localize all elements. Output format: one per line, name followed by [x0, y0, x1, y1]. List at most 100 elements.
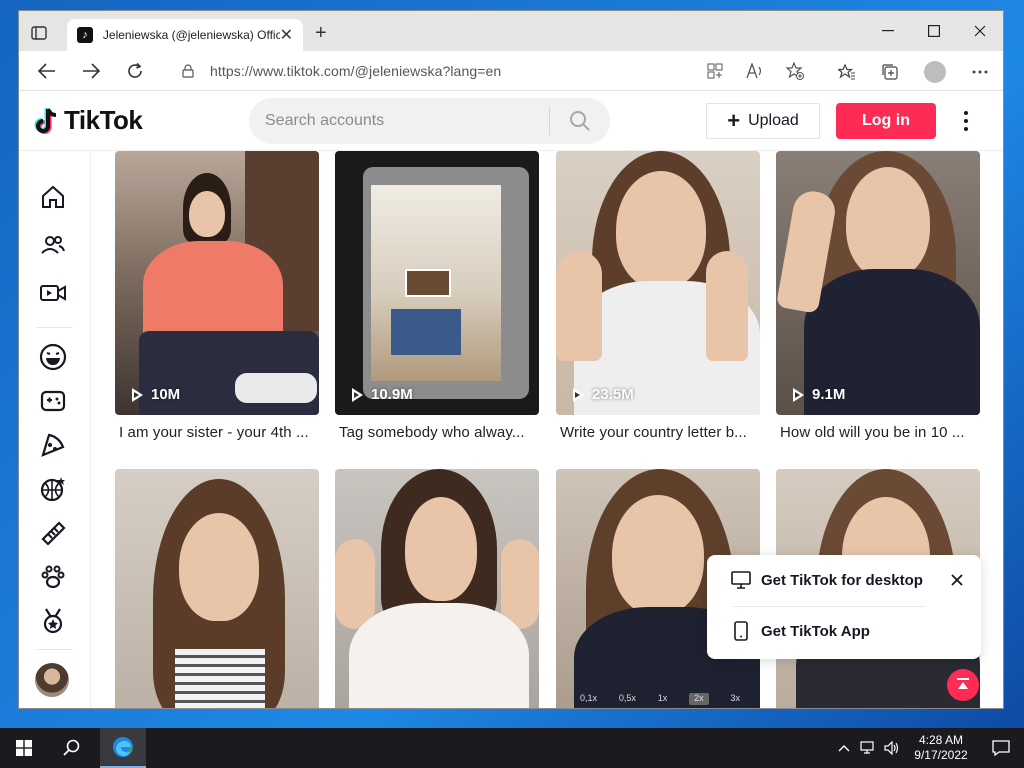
video-thumbnail[interactable]: 9.1M [776, 151, 980, 415]
address-bar[interactable]: https://www.tiktok.com/@jeleniewska?lang… [164, 56, 804, 86]
favorites-icon[interactable] [838, 63, 856, 81]
edge-taskbar-icon[interactable] [100, 728, 146, 768]
get-app-link[interactable]: Get TikTok App [731, 621, 870, 641]
play-icon [792, 387, 806, 402]
taskbar-search-icon[interactable] [48, 728, 96, 768]
video-thumbnail[interactable]: 23.5M [556, 151, 760, 415]
video-thumbnail[interactable] [335, 469, 539, 708]
speed-option[interactable]: 0,1x [580, 693, 597, 705]
arrow-up-icon [957, 678, 969, 689]
back-to-top-button[interactable] [947, 669, 979, 701]
tab-title: Jeleniewska (@jeleniewska) Offic [102, 28, 280, 42]
video-card[interactable] [115, 469, 319, 708]
back-button[interactable] [35, 59, 59, 83]
upload-button[interactable]: + Upload [706, 103, 820, 139]
profile-avatar-icon[interactable] [924, 61, 946, 83]
mobile-icon [734, 621, 748, 641]
windows-start-icon[interactable] [0, 728, 48, 768]
tiktok-logo-text: TikTok [64, 105, 143, 135]
system-tray: 4:28 AM 9/17/2022 [832, 728, 1024, 768]
video-caption: How old will you be in 10 ... [780, 424, 965, 441]
taskbar: 4:28 AM 9/17/2022 [0, 728, 1024, 768]
add-favorite-icon[interactable] [786, 62, 804, 80]
video-caption: Tag somebody who alway... [339, 424, 525, 441]
search-input[interactable] [249, 98, 549, 144]
home-icon[interactable] [37, 181, 69, 213]
play-icon [572, 387, 586, 402]
browser-toolbar: https://www.tiktok.com/@jeleniewska?lang… [19, 51, 1003, 91]
video-caption: I am your sister - your 4th ... [119, 424, 309, 441]
more-menu-icon[interactable] [956, 107, 976, 135]
speed-option[interactable]: 3x [730, 693, 740, 705]
notifications-icon[interactable] [978, 728, 1024, 768]
video-card[interactable]: 23.5M Write your country letter b... [556, 151, 760, 441]
suggested-account-avatar[interactable] [35, 663, 69, 697]
clock[interactable]: 4:28 AM 9/17/2022 [904, 733, 978, 763]
app-available-icon[interactable] [706, 62, 724, 80]
search-icon [570, 111, 590, 131]
collections-icon[interactable] [881, 63, 899, 81]
new-tab-button[interactable]: + [315, 23, 327, 43]
following-icon[interactable] [37, 229, 69, 261]
login-button[interactable]: Log in [836, 103, 936, 139]
view-count: 9.1M [792, 386, 845, 403]
settings-more-icon[interactable] [971, 63, 989, 81]
play-icon [351, 387, 365, 402]
network-icon[interactable] [856, 728, 880, 768]
video-card[interactable]: 9.1M How old will you be in 10 ... [776, 151, 980, 441]
sidebar-divider [37, 649, 73, 650]
browser-window: ♪ Jeleniewska (@jeleniewska) Offic ✕ + h… [18, 10, 1004, 709]
url-text: https://www.tiktok.com/@jeleniewska?lang… [210, 63, 502, 79]
comedy-icon[interactable] [37, 341, 69, 373]
get-desktop-link[interactable]: Get TikTok for desktop [731, 571, 923, 589]
speed-option[interactable]: 1x [658, 693, 668, 705]
speed-options: 0,1x 0,5x 1x 2x 3x [580, 693, 740, 705]
clock-date: 9/17/2022 [914, 748, 968, 762]
search-bar [249, 98, 610, 144]
chevron-up-icon[interactable] [832, 728, 856, 768]
food-icon[interactable] [37, 429, 69, 461]
video-thumbnail[interactable]: 10M [115, 151, 319, 415]
play-icon [131, 387, 145, 402]
video-caption: Write your country letter b... [560, 424, 747, 441]
video-card[interactable]: 10.9M Tag somebody who alway... [335, 151, 539, 441]
tiktok-logo-icon [34, 107, 57, 134]
video-card[interactable]: 10M I am your sister - your 4th ... [115, 151, 319, 441]
desktop-icon [731, 571, 751, 589]
popup-close-icon[interactable] [951, 573, 963, 591]
live-icon[interactable] [37, 277, 69, 309]
close-window-button[interactable] [957, 11, 1003, 51]
popup-divider [733, 606, 925, 607]
window-controls [865, 11, 1003, 51]
beauty-icon[interactable] [37, 517, 69, 549]
search-button[interactable] [550, 98, 610, 144]
gaming-icon[interactable] [37, 385, 69, 417]
video-thumbnail[interactable] [115, 469, 319, 708]
tab-tiktok[interactable]: ♪ Jeleniewska (@jeleniewska) Offic ✕ [67, 19, 303, 51]
sports-icon[interactable] [37, 473, 69, 505]
lock-icon [182, 64, 194, 78]
speed-option[interactable]: 2x [689, 693, 709, 705]
volume-icon[interactable] [880, 728, 904, 768]
view-count: 23.5M [572, 386, 634, 403]
animals-icon[interactable] [37, 561, 69, 593]
plus-icon: + [727, 108, 741, 133]
speed-option[interactable]: 0,5x [619, 693, 636, 705]
tiktok-logo[interactable]: TikTok [34, 105, 143, 136]
sidebar-divider [37, 327, 73, 328]
video-card[interactable] [335, 469, 539, 708]
maximize-button[interactable] [911, 11, 957, 51]
view-count: 10M [131, 386, 180, 403]
achievement-icon[interactable] [37, 605, 69, 637]
get-app-popup: Get TikTok for desktop Get TikTok App [707, 555, 981, 659]
upload-label: Upload [748, 112, 799, 129]
forward-button[interactable] [79, 59, 103, 83]
read-aloud-icon[interactable] [746, 62, 764, 80]
minimize-button[interactable] [865, 11, 911, 51]
tab-close-icon[interactable]: ✕ [280, 25, 293, 45]
tab-actions-icon[interactable] [27, 23, 51, 43]
refresh-button[interactable] [123, 59, 147, 83]
tiktok-header: TikTok + Upload Log in [19, 91, 1003, 151]
video-thumbnail[interactable]: 10.9M [335, 151, 539, 415]
view-count: 10.9M [351, 386, 413, 403]
